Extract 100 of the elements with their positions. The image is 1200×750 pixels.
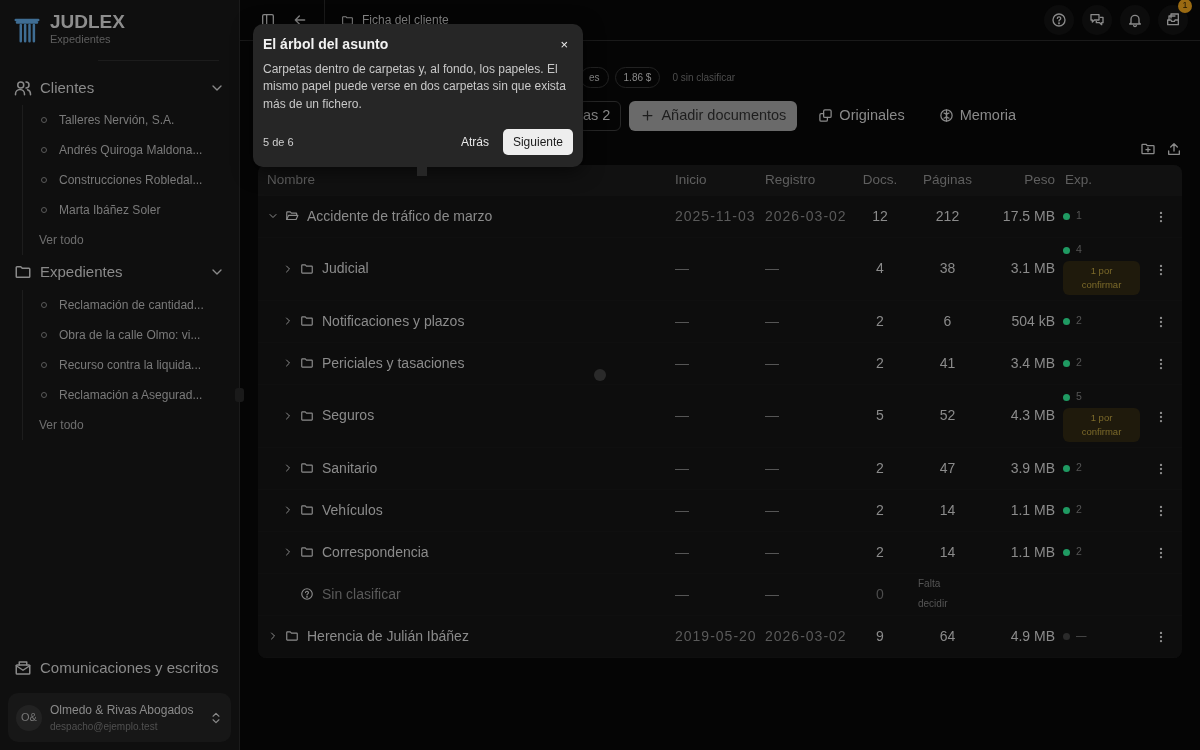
- count-text: 4: [1076, 242, 1082, 258]
- count-cell-text: 38: [938, 259, 957, 279]
- view-all-link[interactable]: Ver todo: [39, 231, 84, 249]
- count-cell-text: 2: [875, 458, 885, 478]
- nav-item[interactable]: Recurso contra la liquida...: [59, 355, 202, 374]
- count-text: 2: [1076, 355, 1082, 371]
- count-cell-text: 2: [875, 542, 885, 562]
- folder-icon: [300, 356, 314, 371]
- nav-item[interactable]: Marta Ibáñez Soler: [59, 201, 161, 219]
- nav-section[interactable]: Expedientes: [8, 255, 231, 290]
- count-badge: 1: [1178, 0, 1192, 13]
- folder-name[interactable]: Periciales y tasaciones: [322, 352, 465, 374]
- count-text: —: [1076, 628, 1087, 644]
- date-cell-text: —: [675, 406, 690, 426]
- nav-link[interactable]: Comunicaciones y escritos: [8, 650, 231, 685]
- date-cell-text: —: [675, 259, 690, 279]
- column-header: Páginas: [922, 171, 973, 190]
- help-button[interactable]: [1044, 5, 1074, 35]
- action-button[interactable]: Memoria: [925, 101, 1030, 131]
- date-cell-text: —: [675, 500, 690, 520]
- status-text: Falta decidir: [917, 577, 949, 612]
- folder-name[interactable]: Notificaciones y plazos: [322, 310, 465, 332]
- folder-icon: [300, 461, 314, 476]
- nav-item[interactable]: Reclamación de cantidad...: [59, 295, 204, 314]
- pending-badge: 1 por confirmar: [1063, 260, 1140, 296]
- date-cell-text: —: [765, 458, 780, 478]
- folder-icon: [341, 13, 354, 27]
- nav-item[interactable]: Andrés Quiroga Maldona...: [59, 141, 203, 159]
- folder-icon: [300, 261, 314, 276]
- size-cell-text: 4.9 MB: [1009, 626, 1055, 646]
- avatar: O&: [16, 704, 42, 731]
- count-cell-text: 41: [938, 353, 957, 373]
- count-cell-text: 47: [938, 458, 957, 478]
- folder-name[interactable]: Vehículos: [322, 499, 383, 521]
- pending-badge: 1 por confirmar: [1063, 407, 1140, 443]
- count-text: 2: [1076, 460, 1082, 476]
- column-header: Inicio: [675, 171, 708, 190]
- count-cell-text: 2: [875, 353, 885, 373]
- size-cell-text: 4.3 MB: [1009, 406, 1055, 426]
- folder-name[interactable]: Herencia de Julián Ibáñez: [307, 625, 469, 647]
- next-button[interactable]: Siguiente: [502, 129, 573, 156]
- action-button[interactable]: Originales: [805, 101, 918, 131]
- step-counter: 5 de 6: [263, 134, 295, 150]
- folder-name[interactable]: Sanitario: [322, 457, 378, 479]
- date-cell-text: —: [765, 500, 780, 520]
- nav-item[interactable]: Construcciones Robledal...: [59, 171, 203, 189]
- date-cell-text: —: [675, 584, 690, 604]
- date-cell-text: —: [765, 259, 780, 279]
- action-button[interactable]: Añadir documentos: [629, 101, 798, 131]
- size-cell-text: 3.9 MB: [1009, 458, 1055, 478]
- folder-name[interactable]: Seguros: [322, 405, 375, 427]
- size-cell-text: 3.1 MB: [1009, 259, 1055, 279]
- chat-icon: [1089, 12, 1105, 28]
- folder-icon: [300, 314, 314, 329]
- count-cell-text: 4: [875, 259, 885, 279]
- date-cell-text: 2026-03-02: [765, 626, 848, 646]
- count-text: 2: [1076, 544, 1082, 560]
- back-button[interactable]: Atrás: [454, 129, 495, 156]
- nav-item[interactable]: Reclamación a Asegurad...: [59, 385, 203, 404]
- folder-name[interactable]: Sin clasificar: [322, 583, 401, 605]
- nav-section[interactable]: Clientes: [8, 70, 231, 105]
- date-cell-text: 2019-05-20: [675, 626, 758, 646]
- account-name: Olmedo & Rivas Abogados: [50, 702, 195, 719]
- size-cell-text: 504 kB: [1010, 311, 1055, 331]
- notifications-button[interactable]: [1120, 5, 1150, 35]
- upload-icon[interactable]: [1166, 140, 1182, 157]
- date-cell-text: —: [675, 353, 690, 373]
- date-cell-text: —: [765, 311, 780, 331]
- help-icon: [1051, 12, 1067, 28]
- inbox-icon: [1165, 12, 1181, 28]
- count-text: 2: [1076, 502, 1082, 518]
- count-cell-text: 5: [875, 406, 885, 426]
- view-all-link[interactable]: Ver todo: [39, 415, 84, 434]
- size-cell-text: 3.4 MB: [1009, 353, 1055, 373]
- folder-name[interactable]: Accidente de tráfico de marzo: [307, 205, 493, 227]
- date-cell-text: —: [675, 458, 690, 478]
- status-text: 0 sin clasificar: [672, 70, 736, 85]
- close-button[interactable]: ×: [555, 34, 573, 55]
- count-cell-text: 2: [875, 311, 885, 331]
- size-cell-text: 17.5 MB: [1001, 206, 1055, 226]
- users-icon: [14, 78, 32, 97]
- folder-name[interactable]: Correspondencia: [322, 541, 429, 563]
- count-cell-text: 9: [875, 626, 885, 646]
- folder-name[interactable]: Judicial: [322, 258, 369, 280]
- count-cell-text: 2: [875, 500, 885, 520]
- count-text: 1: [1076, 208, 1082, 224]
- date-cell-text: 2026-03-02: [765, 206, 848, 226]
- count-text: 5: [1076, 389, 1082, 405]
- count-cell-text: 6: [942, 311, 953, 331]
- nav-item[interactable]: Talleres Nervión, S.A.: [59, 111, 175, 129]
- column-header: Registro: [765, 171, 817, 190]
- nav-item[interactable]: Obra de la calle Olmo: vi...: [59, 325, 201, 344]
- folder-icon: [300, 503, 314, 518]
- mail-icon: [14, 658, 32, 677]
- size-cell-text: 1.1 MB: [1009, 500, 1055, 520]
- date-cell-text: 2025-11-03: [675, 206, 757, 226]
- count-cell-text: 12: [871, 206, 889, 226]
- bell-icon: [1127, 12, 1143, 28]
- count-cell-text: 0: [875, 584, 885, 604]
- messages-button[interactable]: [1082, 5, 1112, 35]
